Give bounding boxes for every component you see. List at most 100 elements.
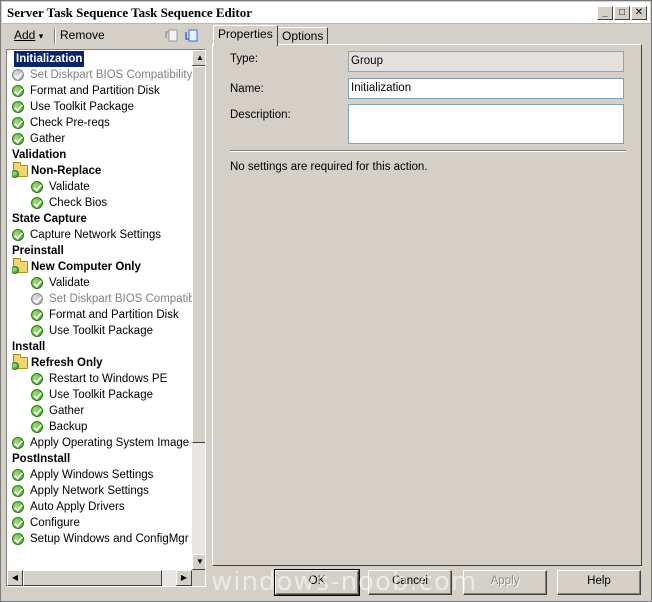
scroll-up-arrow[interactable]: ▲ bbox=[192, 50, 205, 66]
tree-item-label: Use Toolkit Package bbox=[30, 101, 134, 113]
vertical-scrollbar[interactable]: ▲ ▼ bbox=[192, 50, 205, 570]
maximize-button[interactable]: □ bbox=[614, 6, 630, 20]
folder-check-icon bbox=[12, 362, 19, 370]
tree-item-label: Install bbox=[12, 341, 46, 353]
cancel-button-label: Cancel bbox=[392, 575, 428, 587]
tree-group-item[interactable]: Initialization bbox=[12, 51, 192, 67]
check-icon bbox=[12, 133, 24, 145]
tree-group-item[interactable]: Refresh Only bbox=[12, 354, 192, 371]
description-input[interactable] bbox=[348, 104, 624, 144]
remove-button[interactable]: Remove bbox=[60, 28, 105, 44]
check-icon bbox=[31, 389, 43, 401]
tree-item-label: Configure bbox=[30, 517, 80, 529]
check-icon bbox=[31, 421, 43, 433]
scrollbar-corner bbox=[192, 570, 205, 586]
tree-step-item[interactable]: Configure bbox=[12, 515, 192, 531]
tree-item-label: Format and Partition Disk bbox=[30, 85, 160, 97]
help-button-label: Help bbox=[587, 575, 611, 587]
horizontal-scrollbar[interactable]: ◀ ▶ bbox=[7, 570, 192, 586]
tree-step-item[interactable]: Use Toolkit Package bbox=[12, 387, 192, 403]
tree-item-label: Initialization bbox=[14, 51, 85, 67]
check-icon bbox=[12, 101, 24, 113]
tree-item-label: Apply Network Settings bbox=[30, 485, 149, 497]
tree-group-item[interactable]: Non-Replace bbox=[12, 162, 192, 179]
check-icon bbox=[31, 197, 43, 209]
tree-item-label: Capture Network Settings bbox=[30, 229, 162, 241]
tab-properties[interactable]: Properties bbox=[213, 25, 278, 46]
vertical-scroll-thumb[interactable] bbox=[192, 66, 205, 443]
scroll-down-arrow[interactable]: ▼ bbox=[192, 554, 205, 570]
tree-item-label: Validation bbox=[12, 149, 67, 161]
check-icon bbox=[31, 405, 43, 417]
tree-item-label: Backup bbox=[49, 421, 88, 433]
tree-step-item[interactable]: Apply Windows Settings bbox=[12, 467, 192, 483]
tree-step-item[interactable]: Format and Partition Disk bbox=[12, 307, 192, 323]
properties-panel: Type: Group Name: Initialization Descrip… bbox=[212, 44, 642, 566]
tree-step-item[interactable]: Apply Network Settings bbox=[12, 483, 192, 499]
type-label: Type: bbox=[230, 53, 259, 65]
title-bar: Server Task Sequence Task Sequence Edito… bbox=[2, 2, 650, 24]
scroll-right-arrow[interactable]: ▶ bbox=[176, 570, 192, 586]
check-icon bbox=[12, 533, 24, 545]
tree-step-item[interactable]: Gather bbox=[12, 403, 192, 419]
tree-group-item[interactable]: Preinstall bbox=[12, 243, 192, 259]
check-icon bbox=[12, 117, 24, 129]
tree-group-item[interactable]: New Computer Only bbox=[12, 258, 192, 275]
group-folder-icon bbox=[12, 162, 28, 178]
move-up-icon[interactable] bbox=[164, 28, 180, 44]
tree-step-item[interactable]: Check Bios bbox=[12, 195, 192, 211]
tree-step-item[interactable]: Validate bbox=[12, 179, 192, 195]
scroll-left-arrow[interactable]: ◀ bbox=[7, 570, 23, 586]
tree-step-item[interactable]: Use Toolkit Package bbox=[12, 323, 192, 339]
ok-button[interactable]: OK bbox=[274, 569, 360, 596]
tree-step-item[interactable]: Apply Operating System Image bbox=[12, 435, 192, 451]
close-button[interactable]: ✕ bbox=[631, 6, 647, 20]
folder-check-icon bbox=[12, 170, 19, 178]
check-icon bbox=[31, 277, 43, 289]
toolbar-separator bbox=[54, 28, 56, 44]
check-icon bbox=[12, 437, 24, 449]
check-icon bbox=[12, 517, 24, 529]
tree-item-label: Use Toolkit Package bbox=[49, 389, 153, 401]
no-settings-message: No settings are required for this action… bbox=[230, 161, 428, 173]
tree-item-label: Apply Operating System Image bbox=[30, 437, 190, 449]
apply-button[interactable]: Apply bbox=[463, 570, 547, 595]
horizontal-scroll-thumb[interactable] bbox=[23, 570, 162, 586]
minimize-button[interactable]: _ bbox=[597, 6, 613, 20]
tab-options[interactable]: Options bbox=[277, 27, 329, 45]
tree-step-item[interactable]: Use Toolkit Package bbox=[12, 99, 192, 115]
tree-step-item[interactable]: Auto Apply Drivers bbox=[12, 499, 192, 515]
tree-step-item[interactable]: Restart to Windows PE bbox=[12, 371, 192, 387]
task-sequence-tree[interactable]: Initialization Set Diskpart BIOS Compatib… bbox=[6, 49, 206, 587]
tree-item-label: Check Bios bbox=[49, 197, 108, 209]
tree-step-item[interactable]: Set Diskpart BIOS Compatibi bbox=[12, 291, 192, 307]
tree-group-item[interactable]: Validation bbox=[12, 147, 192, 163]
tree-item-label: Apply Windows Settings bbox=[30, 469, 154, 481]
disabled-step-icon bbox=[12, 69, 24, 81]
tree-step-item[interactable]: Validate bbox=[12, 275, 192, 291]
tree-step-item[interactable]: Gather bbox=[12, 131, 192, 147]
tree-item-label: Preinstall bbox=[12, 245, 64, 257]
add-menu-button[interactable]: Add ▾ bbox=[14, 28, 43, 44]
tree-item-label: Set Diskpart BIOS Compatibility M bbox=[30, 69, 192, 81]
tree-item-label: Use Toolkit Package bbox=[49, 325, 153, 337]
tree-group-item[interactable]: State Capture bbox=[12, 211, 192, 227]
tree-step-item[interactable]: Format and Partition Disk bbox=[12, 83, 192, 99]
cancel-button[interactable]: Cancel bbox=[368, 570, 452, 595]
group-folder-icon bbox=[12, 354, 28, 370]
name-input[interactable]: Initialization bbox=[348, 78, 624, 99]
tree-step-item[interactable]: Setup Windows and ConfigMgr bbox=[12, 531, 192, 547]
move-down-icon[interactable] bbox=[184, 28, 200, 44]
tree-toolbar: Add ▾ Remove bbox=[6, 25, 206, 47]
tree-step-item[interactable]: Set Diskpart BIOS Compatibility M bbox=[12, 67, 192, 83]
add-button-label: Add bbox=[14, 28, 36, 42]
tree-group-item[interactable]: Install bbox=[12, 339, 192, 355]
name-label: Name: bbox=[230, 83, 264, 95]
tree-item-label: New Computer Only bbox=[31, 261, 141, 273]
help-button[interactable]: Help bbox=[557, 570, 641, 595]
tree-item-label: Refresh Only bbox=[31, 357, 103, 369]
tree-group-item[interactable]: PostInstall bbox=[12, 451, 192, 467]
tree-step-item[interactable]: Check Pre-reqs bbox=[12, 115, 192, 131]
tree-step-item[interactable]: Backup bbox=[12, 419, 192, 435]
tree-step-item[interactable]: Capture Network Settings bbox=[12, 227, 192, 243]
